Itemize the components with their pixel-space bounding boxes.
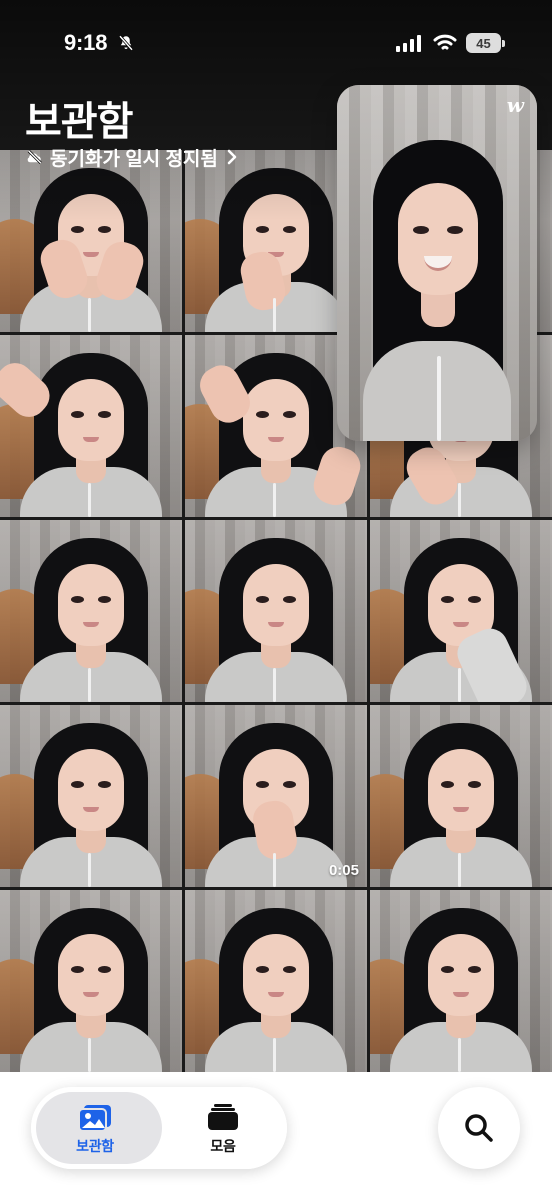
sync-status-button[interactable]: 동기화가 일시 정지됨 (25, 145, 237, 170)
photo-thumbnail[interactable] (0, 705, 182, 887)
photo-thumbnail[interactable] (370, 705, 552, 887)
photo-thumbnail[interactable] (370, 890, 552, 1072)
chevron-right-icon (227, 149, 237, 165)
battery-indicator: 45 (466, 33, 505, 53)
search-icon (465, 1114, 493, 1142)
picture-in-picture-preview[interactable]: w (337, 85, 537, 441)
wifi-icon (433, 34, 457, 50)
video-thumbnail[interactable]: 0:05 (185, 705, 367, 887)
photo-library-icon (78, 1104, 111, 1132)
photo-thumbnail[interactable] (185, 890, 367, 1072)
bottom-tab-bar: 보관함 모음 (0, 1072, 552, 1200)
photos-library-screen: 0:05 9:18 45 보관함 동기화가 일시 정지됨 w 보관함 모음 (0, 0, 552, 1200)
pip-logo: w (506, 93, 524, 117)
video-duration: 0:05 (328, 862, 359, 879)
photo-thumbnail[interactable] (370, 520, 552, 702)
tab-collections-label: 모음 (210, 1137, 236, 1154)
sync-status-label: 동기화가 일시 정지됨 (50, 148, 218, 170)
tab-library-label: 보관함 (76, 1137, 114, 1154)
cellular-signal-icon (396, 35, 421, 52)
photo-thumbnail[interactable] (0, 890, 182, 1072)
photo-thumbnail[interactable] (0, 150, 182, 332)
photo-thumbnail[interactable] (0, 335, 182, 517)
tab-collections[interactable]: 모음 (159, 1087, 287, 1169)
page-title: 보관함 (25, 100, 133, 144)
stacked-collections-icon (208, 1103, 238, 1130)
status-bar: 9:18 45 (0, 0, 552, 80)
search-button[interactable] (438, 1087, 520, 1169)
cloud-paused-icon (27, 149, 42, 165)
tab-switcher: 보관함 모음 (31, 1087, 287, 1169)
photo-thumbnail[interactable] (0, 520, 182, 702)
photo-thumbnail[interactable] (185, 520, 367, 702)
bell-off-icon (118, 35, 134, 51)
tab-library[interactable]: 보관함 (31, 1087, 159, 1169)
status-time: 9:18 (64, 30, 108, 55)
